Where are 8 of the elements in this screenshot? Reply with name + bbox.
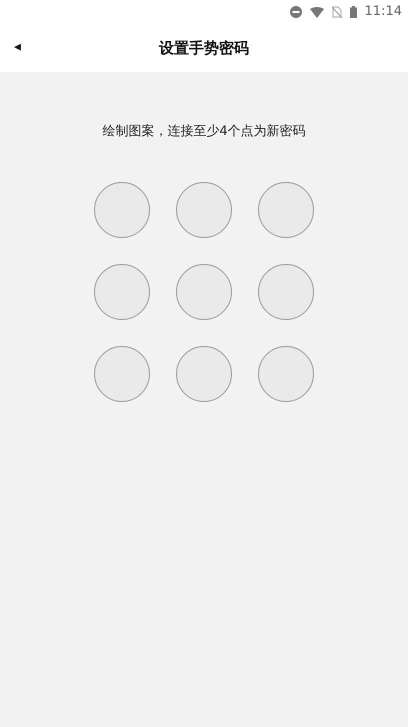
no-sim-icon [332, 6, 342, 18]
do-not-disturb-icon [290, 6, 302, 18]
back-button[interactable]: ◀ [12, 42, 23, 54]
wifi-icon [310, 6, 324, 18]
instruction-text: 绘制图案，连接至少4个点为新密码 [102, 123, 306, 141]
page-title: 设置手势密码 [159, 38, 249, 59]
status-time: 11:14 [364, 3, 402, 22]
battery-icon [350, 6, 357, 18]
